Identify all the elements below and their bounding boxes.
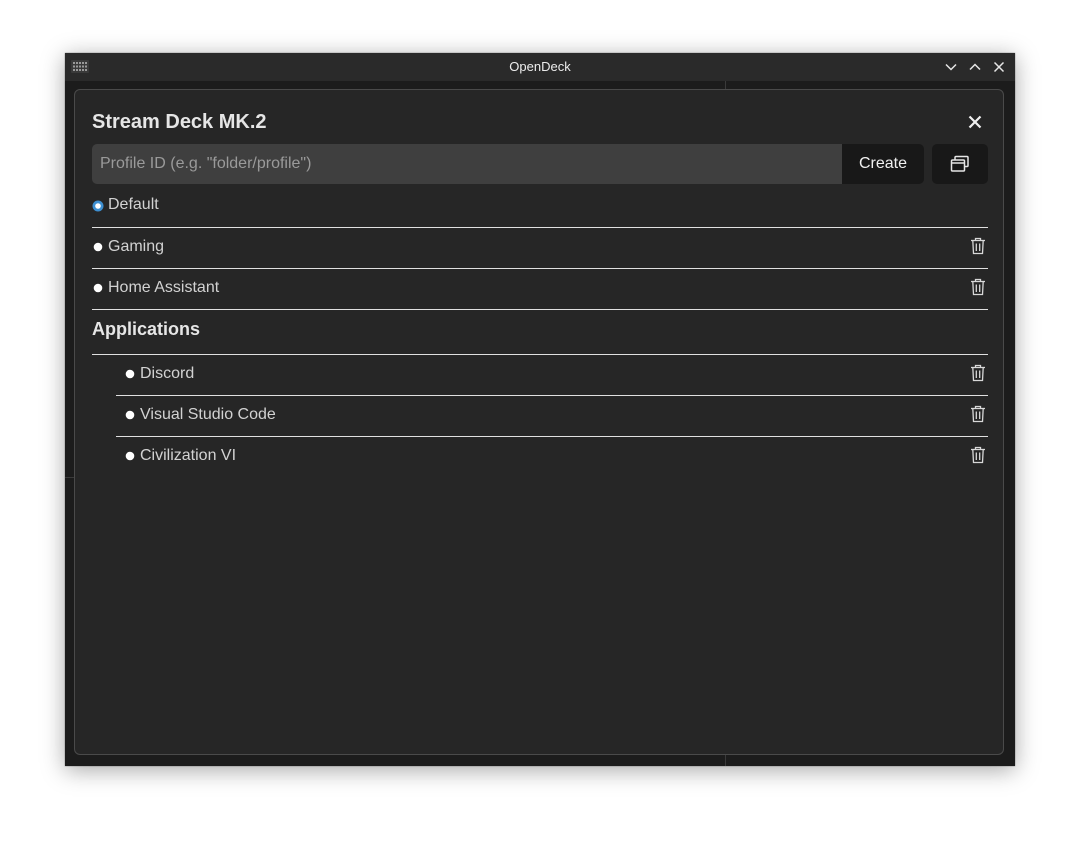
application-row-vscode[interactable]: Visual Studio Code [116,396,988,437]
maximize-button[interactable] [966,58,984,76]
application-row-civilization[interactable]: Civilization VI [116,437,988,478]
radio-selected-icon[interactable] [92,200,104,212]
application-row-discord[interactable]: Discord [116,355,988,396]
profile-label: Default [108,196,159,213]
title-bar[interactable]: OpenDeck [65,53,1015,81]
radio-icon[interactable] [125,409,137,421]
minimize-button[interactable] [942,58,960,76]
chevron-down-icon [945,63,957,71]
radio-icon[interactable] [93,241,105,253]
background-divider [725,755,726,766]
profile-manager-dialog: Stream Deck MK.2 Create Default [74,89,1004,755]
application-label: Visual Studio Code [140,406,276,423]
radio-icon[interactable] [125,368,137,380]
trash-icon[interactable] [970,277,986,297]
window-title: OpenDeck [509,59,571,74]
create-button[interactable]: Create [842,144,924,184]
close-icon [968,115,982,129]
trash-icon[interactable] [970,236,986,256]
profile-row-default[interactable]: Default [92,187,988,228]
radio-icon[interactable] [125,450,137,462]
dialog-close-button[interactable] [965,112,985,132]
open-folder-button[interactable] [932,144,988,184]
profile-label: Gaming [108,238,165,255]
background-divider [65,477,74,478]
applications-heading: Applications [92,319,201,339]
app-window: OpenDeck Stream Deck MK.2 Profile ID (e.… [65,53,1015,766]
chevron-up-icon [969,63,981,71]
dialog-title: Stream Deck MK.2 [92,111,267,133]
application-label: Civilization VI [140,447,237,464]
trash-icon[interactable] [970,404,986,424]
close-icon [993,61,1005,73]
profile-row-home-assistant[interactable]: Home Assistant [92,269,988,310]
windows-icon [950,155,969,172]
trash-icon[interactable] [970,445,986,465]
profile-row-gaming[interactable]: Gaming [92,228,988,269]
application-label: Discord [140,365,195,382]
window-close-button[interactable] [990,58,1008,76]
radio-icon[interactable] [93,282,105,294]
profile-label: Home Assistant [108,279,220,296]
profile-id-input[interactable] [92,144,842,184]
trash-icon[interactable] [970,363,986,383]
